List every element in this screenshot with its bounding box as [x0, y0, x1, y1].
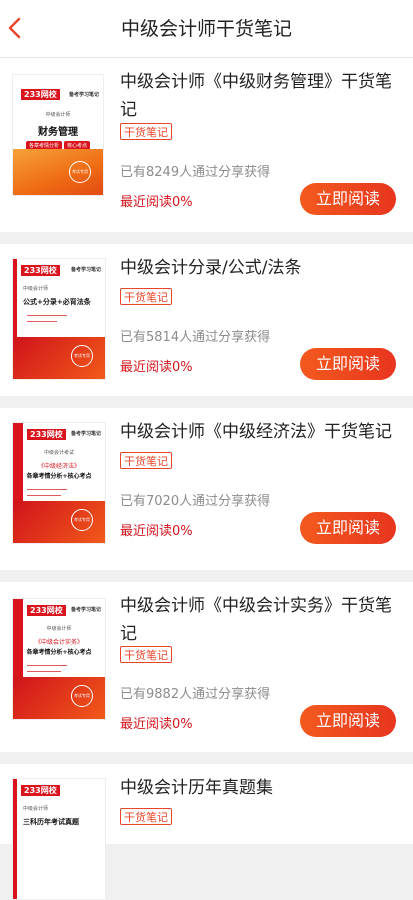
cover-subject: 《中级会计实务》 — [34, 639, 83, 646]
book-badge: 干货笔记 — [120, 452, 172, 469]
cover-stamp: 考试专用 — [71, 685, 93, 707]
cover-logo: 233网校 — [27, 429, 66, 440]
cover-title: 财务管理 — [38, 127, 78, 138]
cover-line — [27, 315, 67, 316]
read-now-button[interactable]: 立即阅读 — [300, 512, 396, 544]
share-count: 已有8249人通过分享获得 — [120, 165, 271, 180]
cover-tag: 备考学习笔记 — [68, 92, 99, 98]
book-card[interactable]: 233网校 备考学习笔记 中级会计考试 《中级经济法》 各章考情分析+核心考点 … — [0, 408, 413, 582]
book-title[interactable]: 中级会计师《中级财务管理》干货笔记 — [120, 68, 401, 124]
book-list: 233网校 备考学习笔记 中级会计师 财务管理 各章考情分析 核心考点 考试专用… — [0, 58, 413, 900]
book-title[interactable]: 中级会计分录/公式/法条 — [120, 254, 401, 282]
read-progress: 最近阅读0% — [120, 360, 193, 375]
book-badge: 干货笔记 — [120, 288, 172, 305]
cover-line — [27, 665, 67, 666]
book-card[interactable]: 233网校 备考学习笔记 中级会计师 公式+分录+必背法条 考试专用 中级会计分… — [0, 244, 413, 408]
cover-tag: 备考学习笔记 — [70, 431, 101, 437]
book-title[interactable]: 中级会计师《中级会计实务》干货笔记 — [120, 592, 401, 648]
cover-logo: 233网校 — [21, 785, 60, 796]
cover-subtitle: 中级会计考试 — [43, 450, 74, 456]
cover-line — [27, 495, 61, 496]
cover-tag: 备考学习笔记 — [70, 607, 101, 613]
cover-line — [27, 489, 67, 490]
cover-stamp: 考试专用 — [69, 161, 91, 183]
read-now-button[interactable]: 立即阅读 — [300, 348, 396, 380]
top-bar: 中级会计师干货笔记 — [0, 0, 413, 58]
cover-logo: 233网校 — [27, 605, 66, 616]
book-cover[interactable]: 233网校 备考学习笔记 中级会计师 《中级会计实务》 各章考情分析+核心考点 … — [12, 598, 106, 720]
read-progress: 最近阅读0% — [120, 524, 193, 539]
book-badge: 干货笔记 — [120, 646, 172, 663]
cover-subtitle: 中级会计师 — [23, 286, 49, 292]
read-now-button[interactable]: 立即阅读 — [300, 183, 396, 215]
cover-subtitle: 中级会计师 — [46, 626, 72, 632]
book-cover[interactable]: 233网校 中级会计师 三科历年考试真题 — [12, 778, 106, 900]
cover-logo: 233网校 — [21, 89, 60, 100]
read-progress: 最近阅读0% — [120, 717, 193, 732]
read-progress: 最近阅读0% — [120, 195, 193, 210]
book-cover[interactable]: 233网校 备考学习笔记 中级会计师 公式+分录+必背法条 考试专用 — [12, 258, 106, 380]
cover-line — [27, 321, 57, 322]
book-card[interactable]: 233网校 备考学习笔记 中级会计师 《中级会计实务》 各章考情分析+核心考点 … — [0, 582, 413, 764]
book-badge: 干货笔记 — [120, 808, 172, 825]
cover-title: 各章考情分析+核心考点 — [26, 649, 92, 656]
cover-stamp: 考试专用 — [71, 509, 93, 531]
cover-title: 各章考情分析+核心考点 — [26, 473, 92, 480]
book-cover[interactable]: 233网校 备考学习笔记 中级会计师 财务管理 各章考情分析 核心考点 考试专用 — [12, 74, 104, 196]
cover-tag: 备考学习笔记 — [70, 267, 101, 273]
book-title[interactable]: 中级会计师《中级经济法》干货笔记 — [120, 418, 401, 446]
book-cover[interactable]: 233网校 备考学习笔记 中级会计考试 《中级经济法》 各章考情分析+核心考点 … — [12, 422, 106, 544]
cover-subject: 《中级经济法》 — [37, 463, 80, 470]
cover-subtitle: 中级会计师 — [45, 112, 71, 118]
book-card[interactable]: 233网校 中级会计师 三科历年考试真题 中级会计历年真题集 干货笔记 — [0, 764, 413, 900]
cover-logo: 233网校 — [21, 265, 60, 276]
share-count: 已有9882人通过分享获得 — [120, 687, 271, 702]
cover-stamp: 考试专用 — [71, 345, 93, 367]
share-count: 已有7020人通过分享获得 — [120, 494, 271, 509]
book-badge: 干货笔记 — [120, 123, 172, 140]
book-card[interactable]: 233网校 备考学习笔记 中级会计师 财务管理 各章考情分析 核心考点 考试专用… — [0, 58, 413, 244]
read-now-button[interactable]: 立即阅读 — [300, 705, 396, 737]
cover-title: 公式+分录+必背法条 — [23, 298, 91, 306]
cover-line — [27, 671, 61, 672]
cover-stripe — [13, 779, 17, 899]
share-count: 已有5814人通过分享获得 — [120, 330, 271, 345]
cover-title: 三科历年考试真题 — [23, 818, 79, 826]
page-title: 中级会计师干货笔记 — [120, 18, 292, 40]
book-title[interactable]: 中级会计历年真题集 — [120, 774, 401, 802]
cover-subtitle: 中级会计师 — [23, 806, 49, 812]
